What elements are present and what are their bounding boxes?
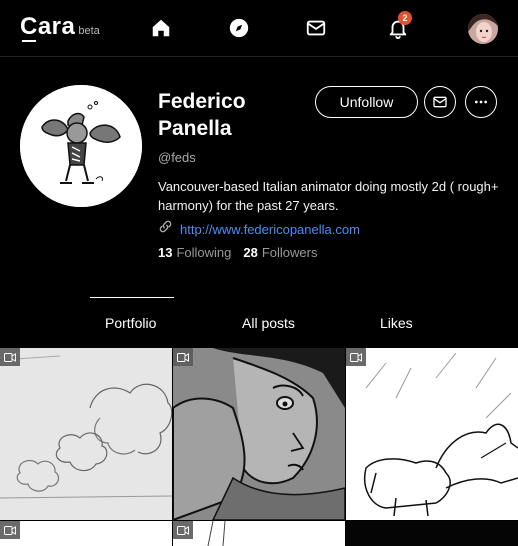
followers-count: 28 bbox=[243, 245, 258, 260]
portfolio-tile[interactable] bbox=[0, 348, 172, 520]
followers-stat[interactable]: 28 Followers bbox=[243, 245, 317, 260]
more-horizontal-icon bbox=[475, 100, 487, 104]
notification-badge: 2 bbox=[398, 11, 412, 25]
logo-text: Cara bbox=[20, 13, 76, 40]
logo-underline bbox=[22, 40, 36, 42]
following-label: Following bbox=[176, 245, 232, 260]
website-link[interactable]: http://www.federicopanella.com bbox=[158, 219, 360, 239]
link-icon bbox=[158, 219, 173, 239]
profile-name: Federico Panella bbox=[158, 90, 246, 140]
portfolio-tile[interactable] bbox=[173, 348, 345, 520]
unfollow-button[interactable]: Unfollow bbox=[315, 86, 418, 118]
cara-logo[interactable]: Cara beta bbox=[20, 13, 100, 42]
mail-icon bbox=[433, 96, 447, 108]
user-avatar[interactable] bbox=[468, 14, 498, 44]
portfolio-tile[interactable] bbox=[173, 521, 345, 546]
video-icon bbox=[346, 348, 366, 366]
portfolio-tile[interactable] bbox=[0, 521, 172, 546]
more-options-button[interactable] bbox=[465, 86, 497, 118]
profile-bio: Vancouver-based Italian animator doing m… bbox=[158, 179, 499, 213]
following-stat[interactable]: 13 Following bbox=[158, 245, 231, 260]
top-nav: Cara beta 2 bbox=[0, 0, 518, 57]
followers-label: Followers bbox=[261, 245, 318, 260]
profile-stats: 13 Following 28 Followers bbox=[158, 245, 329, 260]
portfolio-tile[interactable] bbox=[346, 348, 518, 520]
bell-icon[interactable]: 2 bbox=[386, 11, 412, 40]
active-tab-indicator bbox=[90, 297, 174, 298]
video-icon bbox=[173, 521, 193, 539]
video-icon bbox=[173, 348, 193, 366]
home-icon[interactable] bbox=[149, 16, 173, 40]
message-button[interactable] bbox=[424, 86, 456, 118]
profile-handle: @feds bbox=[158, 150, 196, 165]
video-icon bbox=[0, 348, 20, 366]
logo-beta-label: beta bbox=[78, 25, 100, 37]
following-count: 13 bbox=[158, 245, 173, 260]
mail-icon[interactable] bbox=[304, 16, 328, 40]
website-url: http://www.federicopanella.com bbox=[180, 221, 360, 237]
compass-icon[interactable] bbox=[227, 16, 251, 40]
video-icon bbox=[0, 521, 20, 539]
tab-all-posts[interactable]: All posts bbox=[242, 315, 295, 331]
profile-avatar bbox=[20, 85, 142, 207]
tab-likes[interactable]: Likes bbox=[380, 315, 413, 331]
portfolio-tile[interactable] bbox=[346, 521, 518, 546]
tab-portfolio[interactable]: Portfolio bbox=[105, 315, 156, 331]
